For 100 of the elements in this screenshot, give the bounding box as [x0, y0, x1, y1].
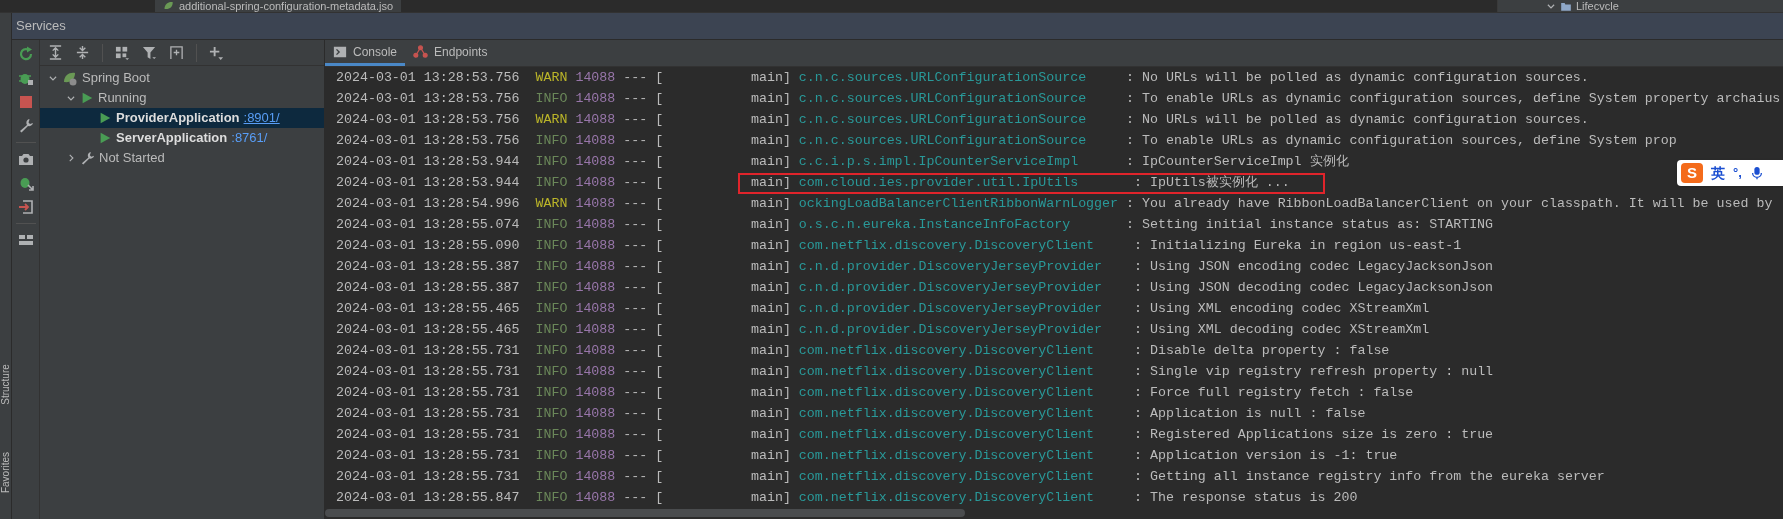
process-id: 14088	[575, 404, 616, 423]
console-tab[interactable]: Endpoints	[405, 40, 496, 66]
thread-name: --- [ main]	[623, 404, 791, 423]
log-message: : Using XML decoding codec XStreamXml	[1133, 320, 1430, 339]
process-id: 14088	[575, 110, 616, 129]
tree-item[interactable]: ServerApplication :8761/	[40, 128, 324, 148]
log-message: : To enable URLs as dynamic configuration sources, define System property archaius	[1125, 89, 1781, 108]
tool-window-button[interactable]: Structure	[0, 363, 11, 405]
logger-name: com.netflix.discovery.DiscoveryClient	[798, 446, 1096, 465]
logger-name: com.cloud.ies.provider.util.IpUtils	[798, 173, 1080, 192]
tree-item[interactable]: Running	[40, 88, 324, 108]
process-id: 14088	[575, 152, 616, 171]
tree-label: ServerApplication	[116, 129, 228, 148]
add-icon[interactable]	[209, 45, 224, 60]
log-message: : Using XML encoding codec XStreamXml	[1133, 299, 1430, 318]
login-icon[interactable]	[17, 199, 34, 215]
timestamp: 2024-03-01 13:28:55.731	[336, 362, 520, 381]
logger-name: c.n.d.provider.DiscoveryJerseyProvider	[798, 257, 1104, 276]
process-id: 14088	[575, 446, 616, 465]
timestamp: 2024-03-01 13:28:53.756	[336, 68, 520, 87]
log-message: : Disable delta property : false	[1133, 341, 1390, 360]
timestamp: 2024-03-01 13:28:55.731	[336, 446, 520, 465]
log-level: INFO	[534, 362, 568, 381]
layout-icon[interactable]	[17, 232, 34, 248]
logger-name: c.n.c.sources.URLConfigurationSource	[798, 68, 1088, 87]
log-message: : No URLs will be polled as dynamic configuration sources.	[1125, 68, 1589, 87]
logger-name: c.n.d.provider.DiscoveryJerseyProvider	[798, 278, 1104, 297]
log-message: : IpUtils被实例化 ...	[1133, 173, 1290, 192]
log-level: INFO	[534, 341, 568, 360]
logger-name: com.netflix.discovery.DiscoveryClient	[798, 404, 1096, 423]
log-level: INFO	[534, 131, 568, 150]
expand-all-icon[interactable]	[48, 45, 63, 60]
process-id: 14088	[575, 89, 616, 108]
tree-item[interactable]: Spring Boot	[40, 68, 324, 88]
port-link[interactable]: :8901/	[243, 108, 280, 128]
timestamp: 2024-03-01 13:28:54.996	[336, 194, 520, 213]
logger-name: c.c.i.p.s.impl.IpCounterServiceImpl	[798, 152, 1080, 171]
tool-window-title: Services	[16, 17, 66, 36]
thread-name: --- [ main]	[623, 194, 791, 213]
logger-name: ockingLoadBalancerClientRibbonWarnLogger	[798, 194, 1119, 213]
port-link[interactable]: :8761/	[231, 128, 268, 148]
log-level: INFO	[534, 320, 568, 339]
punctuation-mode[interactable]: °,	[1733, 163, 1742, 183]
timestamp: 2024-03-01 13:28:53.944	[336, 152, 520, 171]
log-message: : The response status is 200	[1133, 488, 1358, 507]
log-level: INFO	[534, 488, 568, 507]
leaf-icon	[62, 70, 78, 86]
add-frame-icon[interactable]	[169, 45, 184, 60]
log-message: : Initializing Eureka in region us-east-1	[1133, 236, 1462, 255]
chevron-down-icon[interactable]	[66, 93, 76, 103]
log-message: : Using JSON encoding codec LegacyJacksonJson	[1133, 257, 1494, 276]
timestamp: 2024-03-01 13:28:55.731	[336, 425, 520, 444]
thread-name: --- [ main]	[623, 215, 791, 234]
editor-tab[interactable]: additional-spring-configuration-metadata.jso	[155, 0, 402, 12]
logger-name: c.n.c.sources.URLConfigurationSource	[798, 89, 1088, 108]
logger-name: o.s.c.n.eureka.InstanceInfoFactory	[798, 215, 1072, 234]
stop-icon[interactable]	[17, 94, 34, 110]
timestamp: 2024-03-01 13:28:55.847	[336, 488, 520, 507]
tree-label: Not Started	[99, 149, 165, 168]
logger-name: com.netflix.discovery.DiscoveryClient	[798, 425, 1096, 444]
process-id: 14088	[575, 257, 616, 276]
horizontal-scrollbar[interactable]	[325, 509, 965, 517]
thread-name: --- [ main]	[623, 89, 791, 108]
log-level: INFO	[534, 89, 568, 108]
log-level: INFO	[534, 236, 568, 255]
log-message: : Force full registry fetch : false	[1133, 383, 1414, 402]
logger-name: com.netflix.discovery.DiscoveryClient	[798, 341, 1096, 360]
log-message: : Using JSON decoding codec LegacyJacksonJson	[1133, 278, 1494, 297]
process-id: 14088	[575, 215, 616, 234]
process-id: 14088	[575, 383, 616, 402]
thread-name: --- [ main]	[623, 488, 791, 507]
timestamp: 2024-03-01 13:28:55.387	[336, 257, 520, 276]
process-id: 14088	[575, 362, 616, 381]
logger-name: c.n.c.sources.URLConfigurationSource	[798, 131, 1088, 150]
log-level: WARN	[534, 68, 568, 87]
chevron-down-icon[interactable]	[48, 73, 58, 83]
camera-icon[interactable]	[17, 151, 34, 167]
timestamp: 2024-03-01 13:28:55.731	[336, 467, 520, 486]
chevron-down-icon[interactable]	[1546, 1, 1556, 11]
filter-icon[interactable]	[142, 45, 157, 60]
wrench-icon	[80, 150, 95, 166]
logger-name: com.netflix.discovery.DiscoveryClient	[798, 362, 1096, 381]
thread-name: --- [ main]	[623, 257, 791, 276]
logger-name: com.netflix.discovery.DiscoveryClient	[798, 383, 1096, 402]
group-icon[interactable]	[115, 45, 130, 60]
process-id: 14088	[575, 278, 616, 297]
tree-item[interactable]: Lifecvcle	[1576, 0, 1619, 12]
language-mode[interactable]: 英	[1711, 162, 1725, 184]
tool-window-button[interactable]: Favorites	[0, 451, 11, 493]
tree-label: Spring Boot	[82, 69, 150, 88]
tree-item[interactable]: Not Started	[40, 148, 324, 168]
collapse-all-icon[interactable]	[75, 45, 90, 60]
rerun-icon[interactable]	[17, 46, 34, 62]
log-level: WARN	[534, 194, 568, 213]
log-level: INFO	[534, 446, 568, 465]
microphone-icon[interactable]	[1749, 165, 1764, 181]
thread-name: --- [ main]	[623, 383, 791, 402]
process-id: 14088	[575, 341, 616, 360]
tree-item[interactable]: ProviderApplication :8901/	[40, 108, 324, 128]
chevron-right-icon[interactable]	[66, 153, 76, 163]
